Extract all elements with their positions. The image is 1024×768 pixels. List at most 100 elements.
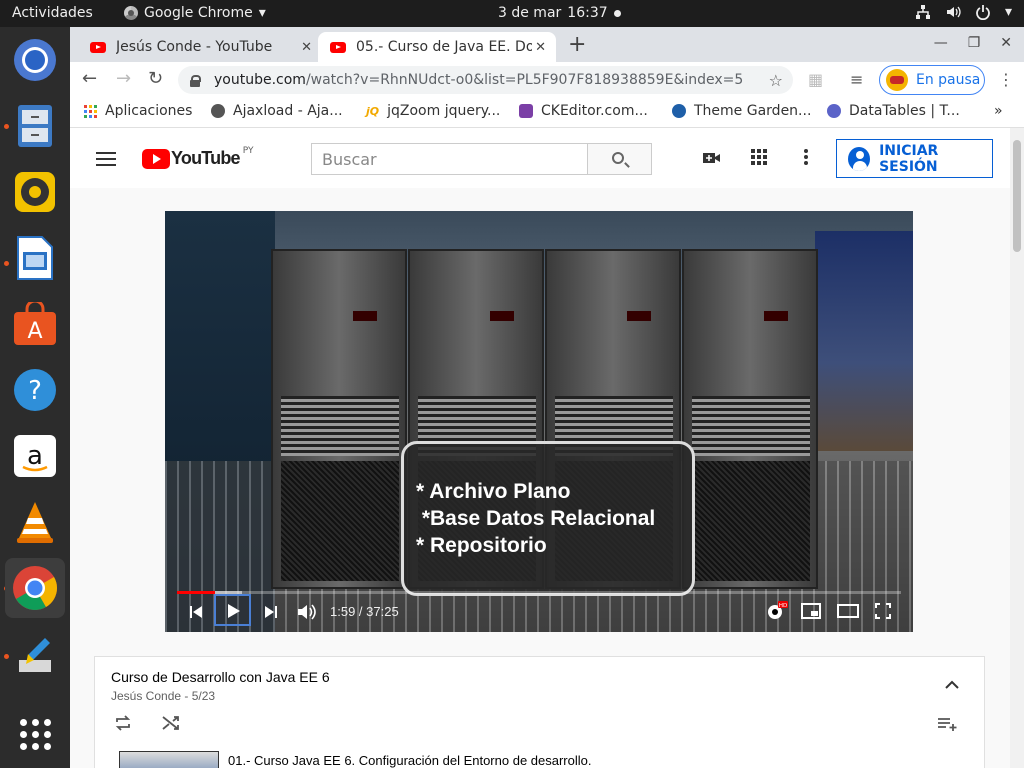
datatables-icon: [827, 104, 841, 118]
app-grid-icon: [19, 718, 51, 750]
chromium-launcher[interactable]: [11, 36, 59, 84]
forward-button[interactable]: →: [116, 68, 131, 89]
account-circle-icon: [848, 146, 871, 171]
youtube-header: YouTube PY Buscar INICIAR SESIÓN: [70, 128, 1010, 188]
youtube-play-icon: [142, 148, 170, 169]
tab-jesus-conde[interactable]: Jesús Conde - YouTube ✕: [80, 32, 322, 62]
bookmark-star-icon[interactable]: ☆: [769, 71, 783, 90]
restore-icon[interactable]: ❐: [968, 35, 981, 51]
save-playlist-icon[interactable]: [937, 717, 957, 731]
chrome-icon: [124, 6, 138, 20]
playlist-item[interactable]: 01.- Curso Java EE 6. Configuración del …: [119, 751, 979, 768]
youtube-logo[interactable]: YouTube PY: [142, 146, 253, 169]
bookmark-ckeditor[interactable]: CKEditor.com...: [519, 103, 648, 119]
amazon-launcher[interactable]: a: [11, 432, 59, 480]
video-thumbnail: [119, 751, 219, 768]
bookmark-ajaxload[interactable]: Ajaxload - Aja...: [211, 103, 343, 119]
playlist-panel: Curso de Desarrollo con Java EE 6 Jesús …: [94, 656, 985, 768]
editor-brush-icon: [19, 638, 51, 672]
play-button[interactable]: [214, 594, 251, 626]
page-scrollbar[interactable]: [1010, 128, 1024, 768]
bookmarks-bar: Aplicaciones Ajaxload - Aja... jQ jqZoom…: [70, 98, 1024, 128]
close-icon[interactable]: ✕: [535, 40, 546, 55]
city-window: [815, 231, 913, 451]
scrollbar-thumb[interactable]: [1013, 140, 1021, 252]
rhythmbox-icon: [15, 172, 55, 212]
dock: A ? a: [0, 27, 70, 768]
apps-icon[interactable]: [750, 148, 768, 166]
ckeditor-icon: [519, 104, 533, 118]
new-tab-button[interactable]: +: [568, 32, 586, 57]
minimize-icon[interactable]: —: [934, 35, 948, 51]
shuffle-icon[interactable]: [162, 715, 180, 731]
fullscreen-icon[interactable]: [875, 603, 891, 619]
overlay-line: * Archivo Plano: [416, 480, 571, 503]
bookmark-label: DataTables | T...: [849, 103, 960, 119]
bookmark-theme-garden[interactable]: Theme Garden...: [672, 103, 811, 119]
reload-button[interactable]: ↻: [148, 68, 163, 89]
bookmark-apps[interactable]: Aplicaciones: [84, 103, 192, 119]
back-button[interactable]: ←: [82, 68, 97, 89]
search-input[interactable]: Buscar: [311, 143, 588, 175]
chevron-down-icon: ▾: [258, 5, 266, 21]
help-launcher[interactable]: ?: [11, 366, 59, 414]
app-menu-label: Google Chrome: [144, 5, 253, 21]
search-button[interactable]: [587, 143, 652, 175]
avatar: [886, 69, 908, 91]
activities-button[interactable]: Actividades: [12, 5, 93, 21]
create-video-icon[interactable]: [702, 148, 722, 168]
rhythmbox-launcher[interactable]: [11, 168, 59, 216]
server-tower: [271, 249, 407, 589]
tab-java-ee-course[interactable]: 05.- Curso de Java EE. Dos ✕: [318, 32, 556, 62]
libreoffice-impress-launcher[interactable]: [11, 234, 59, 282]
url-host: youtube.com: [214, 72, 306, 88]
text-editor-launcher[interactable]: [11, 630, 59, 678]
youtube-favicon-icon: [90, 41, 106, 53]
bookmark-jqzoom[interactable]: jQ jqZoom jquery...: [366, 103, 500, 119]
google-chrome-launcher[interactable]: [5, 558, 65, 618]
media-queue-icon[interactable]: ≡: [850, 70, 863, 89]
loop-icon[interactable]: [114, 715, 132, 731]
clock-time: 16:37: [567, 5, 608, 21]
extension-icon[interactable]: ▦: [808, 70, 823, 89]
svg-text:?: ?: [28, 376, 42, 406]
youtube-favicon-icon: [330, 41, 346, 53]
collapse-chevron-icon[interactable]: [945, 680, 959, 690]
server-tower: [682, 249, 818, 589]
theater-mode-icon[interactable]: [837, 604, 859, 618]
address-bar[interactable]: youtube.com /watch?v=RhnNUdct-o0&list=PL…: [178, 66, 793, 94]
show-applications-button[interactable]: [11, 710, 59, 758]
globe-icon: [211, 104, 225, 118]
profile-sync-paused-button[interactable]: En pausa: [879, 65, 985, 95]
ubuntu-software-launcher[interactable]: A: [11, 300, 59, 348]
settings-more-icon[interactable]: [803, 148, 809, 166]
tab-title: 05.- Curso de Java EE. Dos: [356, 39, 532, 55]
video-player[interactable]: * Archivo Plano *Base Datos Relacional *…: [165, 211, 913, 632]
bookmarks-overflow-button[interactable]: »: [994, 103, 1003, 119]
amazon-icon: a: [14, 435, 56, 477]
progress-bar[interactable]: [177, 591, 901, 594]
next-icon[interactable]: [264, 605, 278, 619]
close-window-icon[interactable]: ✕: [1000, 35, 1012, 51]
miniplayer-icon[interactable]: [801, 603, 821, 619]
clock[interactable]: 3 de mar 16:37: [498, 5, 621, 21]
files-launcher[interactable]: [11, 102, 59, 150]
sign-in-button[interactable]: INICIAR SESIÓN: [836, 139, 993, 178]
network-icon: [915, 5, 930, 19]
bookmark-label: Theme Garden...: [694, 103, 812, 119]
svg-text:HD: HD: [779, 603, 787, 609]
chrome-menu-icon[interactable]: ⋮: [998, 70, 1014, 89]
menu-icon[interactable]: [96, 152, 116, 170]
settings-gear-icon[interactable]: HD: [766, 601, 788, 621]
close-icon[interactable]: ✕: [301, 40, 312, 55]
vlc-launcher[interactable]: [11, 498, 59, 546]
running-indicator: [4, 124, 9, 129]
volume-icon[interactable]: [296, 602, 316, 622]
player-controls: 1:59 / 37:25 HD: [165, 591, 913, 632]
chromium-icon: [14, 39, 56, 81]
previous-icon[interactable]: [189, 605, 203, 619]
bookmark-datatables[interactable]: DataTables | T...: [827, 103, 960, 119]
playlist-title[interactable]: Curso de Desarrollo con Java EE 6: [111, 669, 330, 685]
app-menu[interactable]: Google Chrome ▾: [124, 5, 266, 21]
system-tray[interactable]: ▾: [915, 4, 1012, 20]
